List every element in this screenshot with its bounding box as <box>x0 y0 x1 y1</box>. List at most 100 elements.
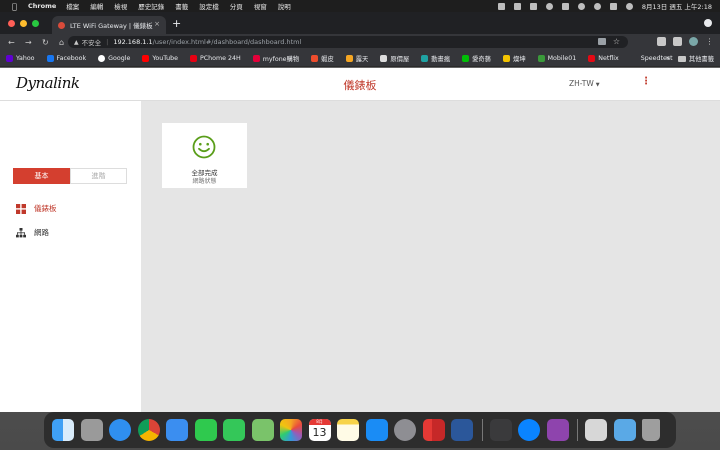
sidebar-item-label: 儀錶板 <box>34 204 57 213</box>
address-bar[interactable]: ▲ 不安全 | 192.168.1.1 /user/index.html#/da… <box>68 36 628 48</box>
chrome-icon[interactable] <box>137 419 160 441</box>
menu-edit[interactable]: 編輯 <box>90 1 103 11</box>
apple-icon[interactable]:  <box>12 2 22 11</box>
menu-bookmarks[interactable]: 書籤 <box>175 1 188 11</box>
zoom-window-button[interactable] <box>32 20 39 27</box>
bookmark-coolpc[interactable]: 原價屋 <box>380 54 409 63</box>
spotlight-icon[interactable] <box>593 2 601 10</box>
trash-icon[interactable] <box>642 419 660 441</box>
menu-window[interactable]: 視窗 <box>254 1 267 11</box>
translate-icon[interactable] <box>598 38 606 45</box>
keyboard-input-icon[interactable] <box>513 2 521 10</box>
bluetooth-icon[interactable] <box>545 2 553 10</box>
preview-icon[interactable] <box>585 419 607 441</box>
bookmark-shopee[interactable]: 蝦皮 <box>311 54 334 63</box>
wifi-icon[interactable] <box>577 2 585 10</box>
network-status-card[interactable]: 全部完成 網路狀態 <box>162 123 247 188</box>
finder-icon[interactable] <box>52 419 74 441</box>
podcasts-icon[interactable] <box>546 419 569 441</box>
menu-tab[interactable]: 分頁 <box>230 1 243 11</box>
bookmark-label: 蝦皮 <box>321 55 334 63</box>
bookmark-iqiyi[interactable]: 愛奇藝 <box>462 54 491 63</box>
browser-tab[interactable]: LTE WiFi Gateway | 儀錶板 × <box>52 16 166 34</box>
menu-app-name[interactable]: Chrome <box>28 2 56 10</box>
bookmark-yahoo[interactable]: Yahoo <box>6 54 35 62</box>
forward-arrow-icon[interactable]: → <box>25 38 34 47</box>
minimize-window-button[interactable] <box>20 20 27 27</box>
bookmarks-more-button[interactable]: » <box>666 54 670 62</box>
bookmark-netflix[interactable]: Netflix <box>588 54 619 62</box>
safari-icon[interactable] <box>109 419 131 441</box>
maps-icon[interactable] <box>251 419 274 441</box>
notes-icon[interactable] <box>337 419 359 441</box>
calculator-icon[interactable] <box>489 419 512 441</box>
system-preferences-icon[interactable] <box>394 419 416 441</box>
extensions-icon[interactable] <box>657 37 666 46</box>
bookmark-anigamer[interactable]: 動畫瘋 <box>421 54 450 63</box>
dashboard-grid-icon <box>16 203 26 214</box>
bookmark-tkec[interactable]: 燦坤 <box>503 54 526 63</box>
security-label[interactable]: 不安全 <box>82 37 102 47</box>
bookmark-pchome[interactable]: PChome 24H <box>189 54 241 62</box>
text-input-icon[interactable] <box>529 2 537 10</box>
folder-icon[interactable] <box>613 419 636 441</box>
shopee-icon <box>311 54 319 62</box>
profile-avatar[interactable] <box>689 37 698 46</box>
new-tab-button[interactable]: + <box>172 17 181 30</box>
bookmark-ruten[interactable]: 露天 <box>345 54 368 63</box>
menu-view[interactable]: 檢視 <box>114 1 127 11</box>
menu-file[interactable]: 檔案 <box>66 1 79 11</box>
sidebar-item-network[interactable]: 網路 <box>16 227 49 238</box>
bookmark-star-icon[interactable]: ☆ <box>613 37 620 46</box>
reading-list-icon[interactable] <box>673 37 682 46</box>
bookmark-label: myfone購物 <box>262 55 300 63</box>
control-center-icon[interactable] <box>609 2 617 10</box>
battery-icon[interactable] <box>561 2 569 10</box>
bookmark-facebook[interactable]: Facebook <box>46 54 86 62</box>
other-bookmarks[interactable]: 其他書籤 <box>677 50 714 67</box>
bookmark-google[interactable]: Google <box>98 54 130 62</box>
advanced-mode-button[interactable]: 進階 <box>70 168 127 184</box>
close-window-button[interactable] <box>8 20 15 27</box>
word-icon[interactable] <box>451 419 473 441</box>
parallels-icon[interactable] <box>422 419 445 441</box>
photos-icon[interactable] <box>280 419 302 441</box>
warning-icon[interactable]: ▲ <box>74 39 79 46</box>
mode-toggle: 基本 進階 <box>13 168 127 184</box>
bookmark-mobile01[interactable]: Mobile01 <box>537 54 576 62</box>
menu-history[interactable]: 歷史記錄 <box>138 1 164 11</box>
mobile01-icon <box>537 54 545 62</box>
reload-icon[interactable]: ↻ <box>42 38 51 47</box>
macos-dock: 8月 13 <box>44 412 676 448</box>
tab-close-icon[interactable]: × <box>154 20 160 28</box>
tab-search-icon[interactable] <box>704 19 712 27</box>
bookmark-youtube[interactable]: YouTube <box>142 54 178 62</box>
sidebar-item-dashboard[interactable]: 儀錶板 <box>16 203 57 214</box>
wifi-utility-icon[interactable] <box>518 419 540 441</box>
messages-icon[interactable] <box>223 419 245 441</box>
launchpad-icon[interactable] <box>80 419 103 441</box>
tab-title: LTE WiFi Gateway | 儀錶板 <box>70 22 153 30</box>
window-controls <box>8 20 39 27</box>
menu-profiles[interactable]: 設定檔 <box>199 1 219 11</box>
bookmarks-bar: Yahoo Facebook Google YouTube PChome 24H… <box>0 50 720 67</box>
back-arrow-icon[interactable]: ← <box>8 38 17 47</box>
menu-help[interactable]: 說明 <box>278 1 291 11</box>
app-store-icon[interactable] <box>365 419 388 441</box>
home-icon[interactable]: ⌂ <box>59 38 68 47</box>
bookmark-myfone[interactable]: myfone購物 <box>252 54 300 63</box>
browser-menu-icon[interactable]: ⋮ <box>705 37 714 46</box>
netflix-icon <box>588 54 596 62</box>
language-selector[interactable]: ZH-TW ▼ <box>569 79 600 88</box>
macos-menu-bar:  Chrome 檔案 編輯 檢視 歷史記錄 書籤 設定檔 分頁 視窗 說明 8… <box>0 0 720 12</box>
tkec-icon <box>503 54 511 62</box>
basic-mode-button[interactable]: 基本 <box>13 168 70 184</box>
menu-clock[interactable]: 8月13日 週五 上午2:18 <box>642 1 712 11</box>
header-more-icon[interactable]: ⋮ <box>641 77 651 87</box>
cloud-icon[interactable] <box>497 2 505 10</box>
siri-icon[interactable] <box>625 2 633 10</box>
facetime-icon[interactable] <box>194 419 217 441</box>
bookmark-label: Yahoo <box>16 54 35 62</box>
calendar-icon[interactable]: 8月 13 <box>308 419 331 441</box>
mail-icon[interactable] <box>166 419 188 441</box>
